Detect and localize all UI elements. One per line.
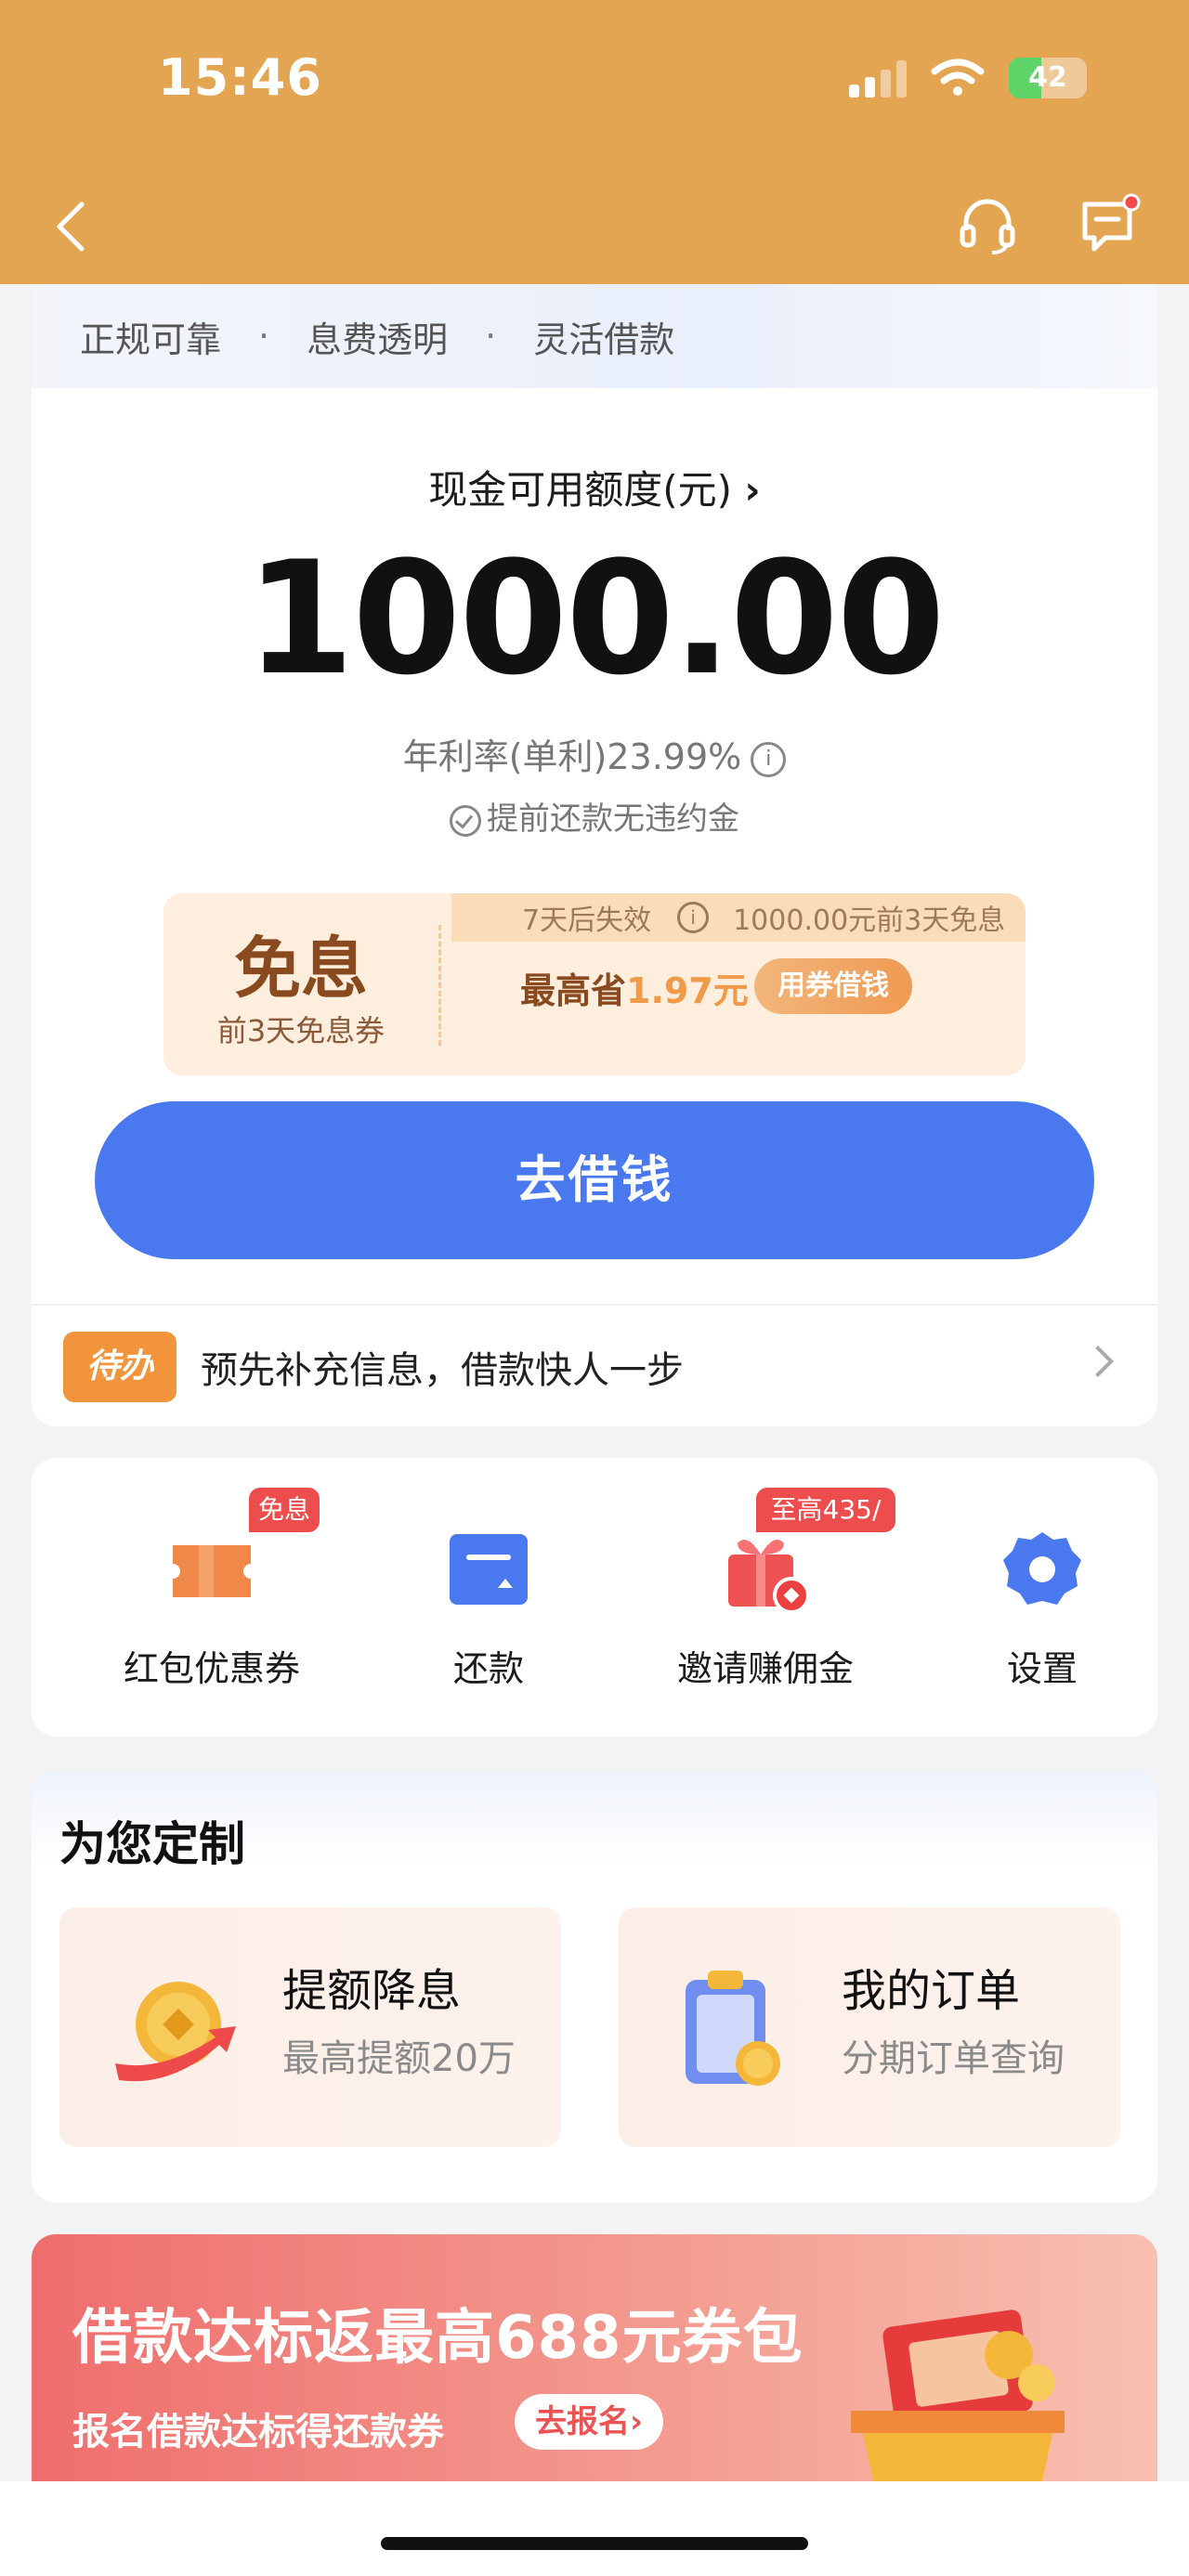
credit-card-panel: 正规可靠 · 息费透明 · 灵活借款 现金可用额度(元) › 1000.00 年… <box>32 284 1157 1426</box>
coupon-expiry: 7天后失效 <box>522 904 652 937</box>
quota-label-text: 现金可用额度(元) <box>428 467 733 513</box>
promo-banner[interactable]: 借款达标返最高688元券包 报名借款达标得还款券 去报名› <box>32 2234 1157 2481</box>
coupon-title: 免息 <box>233 930 368 1008</box>
quick-action-label: 邀请赚佣金 <box>676 1648 854 1689</box>
todo-row[interactable]: 待办 预先补充信息，借款快人一步 <box>32 1304 1157 1426</box>
quick-action-repay[interactable]: 还款 <box>359 1458 619 1737</box>
banner-item: 正规可靠 <box>80 319 222 360</box>
top-header: 15:46 42 <box>0 0 1189 284</box>
info-icon[interactable]: i <box>677 902 710 933</box>
battery-level: 42 <box>1028 61 1067 94</box>
use-coupon-button[interactable]: 用券借钱 <box>754 958 912 1014</box>
interest-rate: 年利率(单利)23.99% i <box>32 728 1157 779</box>
save-amount: 1.97元 <box>626 970 749 1011</box>
coupon-left: 免息 前3天免息券 <box>163 893 438 1075</box>
chevron-right-icon: › <box>744 467 761 513</box>
banner-separator: · <box>258 316 270 357</box>
todo-text: 预先补充信息，借款快人一步 <box>201 1349 684 1392</box>
promo-subtitle: 报名借款达标得还款券 <box>72 2411 444 2453</box>
custom-section: 为您定制 提额降息 最高提额20万 我的订单 分期订单查询 <box>32 1770 1157 2203</box>
no-penalty-text: 提前还款无违约金 <box>487 800 739 838</box>
quick-action-label: 红包优惠券 <box>123 1648 300 1689</box>
coupon-badge: 免息 <box>249 1488 320 1532</box>
quota-amount: 1000.00 <box>245 527 945 709</box>
coupon-info-strip: 7天后失效 i 1000.00元前3天免息 <box>451 893 1026 942</box>
signup-button[interactable]: 去报名› <box>515 2394 664 2450</box>
coupon-save: 最高省1.97元 <box>520 962 749 1013</box>
info-icon[interactable]: i <box>751 741 787 777</box>
status-time: 15:46 <box>158 48 322 107</box>
cellular-signal-icon <box>849 59 907 98</box>
coupon-card[interactable]: 免息 前3天免息券 7天后失效 i 1000.00元前3天免息 最高省1.97元… <box>163 893 1026 1075</box>
my-orders-card[interactable]: 我的订单 分期订单查询 <box>619 1907 1120 2147</box>
quick-action-label: 还款 <box>452 1648 524 1689</box>
card-title: 我的订单 <box>842 1965 1021 2017</box>
gift-icon <box>728 1540 810 1614</box>
banner-item: 灵活借款 <box>533 319 675 360</box>
banner-item: 息费透明 <box>307 319 449 360</box>
borrow-button[interactable]: 去借钱 <box>95 1101 1094 1259</box>
check-circle-icon <box>450 804 481 837</box>
no-penalty-note: 提前还款无违约金 <box>32 793 1157 839</box>
banner-separator: · <box>485 316 497 357</box>
treasure-chest-icon <box>851 2309 1065 2481</box>
headset-icon[interactable] <box>955 193 1020 258</box>
gear-icon <box>1003 1532 1081 1605</box>
coupon-divider <box>438 925 441 1046</box>
battery-icon: 42 <box>1009 58 1087 98</box>
clipboard-icon <box>686 1971 780 2086</box>
todo-tag: 待办 <box>63 1332 176 1402</box>
bottom-safe-area <box>0 2481 1189 2576</box>
home-indicator[interactable] <box>381 2537 808 2550</box>
card-title: 提额降息 <box>282 1965 462 2017</box>
quick-actions: 免息 红包优惠券 还款 至高435/人 邀请赚佣金 设置 <box>32 1458 1157 1737</box>
raise-limit-card[interactable]: 提额降息 最高提额20万 <box>59 1907 561 2147</box>
quick-action-label: 设置 <box>1006 1648 1078 1689</box>
back-icon[interactable] <box>52 199 89 254</box>
promo-title: 借款达标返最高688元券包 <box>72 2304 804 2373</box>
invite-badge: 至高435/人 <box>756 1488 895 1569</box>
coupon-desc: 1000.00元前3天免息 <box>733 904 1006 937</box>
quick-action-settings[interactable]: 设置 <box>912 1458 1172 1737</box>
coupon-subtitle: 前3天免息券 <box>216 1013 385 1048</box>
coin-arrow-icon <box>115 1982 236 2082</box>
trust-banner: 正规可靠 · 息费透明 · 灵活借款 <box>32 284 1157 388</box>
chevron-right-icon <box>1082 1346 1114 1377</box>
status-icons: 42 <box>849 58 1087 98</box>
quick-action-coupons[interactable]: 免息 红包优惠券 <box>82 1458 342 1737</box>
card-desc: 最高提额20万 <box>282 2037 516 2080</box>
ticket-icon <box>173 1545 251 1597</box>
card-icon <box>450 1534 528 1605</box>
message-icon[interactable] <box>1078 193 1143 258</box>
section-title: 为您定制 <box>59 1817 245 1871</box>
quota-label[interactable]: 现金可用额度(元) › <box>32 459 1157 515</box>
quick-action-invite[interactable]: 至高435/人 邀请赚佣金 <box>635 1458 895 1737</box>
wifi-icon <box>931 59 985 96</box>
card-desc: 分期订单查询 <box>842 2037 1065 2080</box>
interest-rate-text: 年利率(单利)23.99% <box>402 736 742 777</box>
save-prefix: 最高省 <box>520 970 627 1011</box>
